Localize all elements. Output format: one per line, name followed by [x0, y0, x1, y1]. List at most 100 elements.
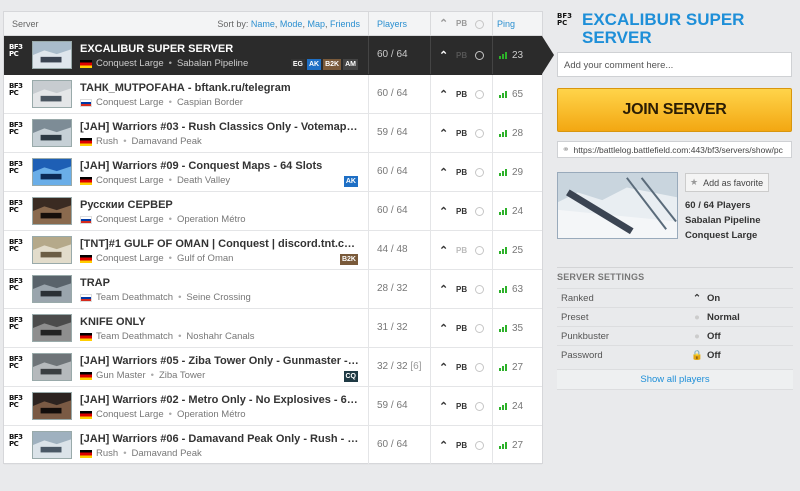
- server-row[interactable]: BF3 PC KNIFE ONLY Team Deathmatch • Nosha…: [4, 309, 542, 348]
- show-all-players-link[interactable]: Show all players: [557, 369, 793, 390]
- punkbuster-icon: PB: [456, 362, 468, 372]
- server-name[interactable]: [TNT]#1 GULF OF OMAN | Conquest | discor…: [80, 238, 360, 250]
- server-row[interactable]: BF3 PC [JAH] Warriors #02 - Metro Only - …: [4, 387, 542, 426]
- column-players[interactable]: Players: [368, 12, 430, 36]
- server-map: Damavand Peak: [131, 448, 202, 459]
- comment-input[interactable]: Add your comment here...: [557, 52, 792, 77]
- sort-name-link[interactable]: Name: [251, 19, 275, 29]
- server-row[interactable]: BF3 PC TRAP Team Deathmatch • Seine Cross…: [4, 270, 542, 309]
- server-map-thumbnail: [32, 236, 72, 264]
- ping-bars-icon: [499, 90, 507, 98]
- server-map-thumbnail: [32, 353, 72, 381]
- server-info: Conquest Large • Death Valley: [80, 175, 230, 186]
- server-name[interactable]: [JAH] Warriors #06 - Damavand Peak Only …: [80, 433, 360, 445]
- server-name[interactable]: [JAH] Warriors #02 - Metro Only - No Exp…: [80, 394, 360, 406]
- server-settings-icons: ⌃ PB: [430, 309, 492, 347]
- server-row[interactable]: BF3 PC ТАНК_МUТРОFАНА - bftank.ru/telegra…: [4, 75, 542, 114]
- server-name[interactable]: EXCALIBUR SUPER SERVER: [80, 43, 360, 55]
- server-row[interactable]: BF3 PC [JAH] Warriors #09 - Conquest Maps…: [4, 153, 542, 192]
- setting-value: Off: [707, 350, 721, 361]
- map-name: Sabalan Pipeline: [685, 215, 761, 226]
- ping-bars-icon: [499, 207, 507, 215]
- server-name[interactable]: ТАНК_МUТРОFАНА - bftank.ru/telegram: [80, 82, 360, 94]
- ranked-chevron-icon: ⌃: [438, 400, 449, 413]
- game-mode: Conquest Large: [685, 230, 758, 241]
- server-mode: Conquest Large: [96, 97, 164, 108]
- server-info: Conquest Large • Caspian Border: [80, 97, 243, 108]
- server-name[interactable]: [JAH] Warriors #03 - Rush Classics Only …: [80, 121, 360, 133]
- server-info: Conquest Large • Sabalan Pipeline: [80, 58, 248, 69]
- server-name[interactable]: Русскии СЕРВЕР: [80, 199, 360, 211]
- server-row[interactable]: BF3 PC [JAH] Warriors #05 - Ziba Tower On…: [4, 348, 542, 387]
- punkbuster-icon: PB: [456, 245, 468, 255]
- server-ping: 25: [492, 231, 544, 269]
- server-name[interactable]: TRAP: [80, 277, 360, 289]
- server-players: 60 / 64: [368, 153, 430, 191]
- server-ping: 23: [492, 36, 544, 74]
- server-name[interactable]: [JAH] Warriors #09 - Conquest Maps - 64 …: [80, 160, 360, 172]
- bf3-pc-logo: BF3 PC: [9, 277, 23, 292]
- server-info: Conquest Large • Gulf of Oman: [80, 253, 233, 264]
- bf3-pc-logo: BF3 PC: [9, 394, 23, 409]
- punkbuster-icon: PB: [456, 128, 468, 138]
- setting-ranked: Ranked ⌃ On: [557, 288, 793, 307]
- server-info: Team Deathmatch • Seine Crossing: [80, 292, 251, 303]
- country-flag-icon: [80, 176, 92, 185]
- server-row[interactable]: BF3 PC [JAH] Warriors #06 - Damavand Peak…: [4, 426, 542, 465]
- server-row[interactable]: BF3 PC Русскии СЕРВЕР Conquest Large • Op…: [4, 192, 542, 231]
- bf3-pc-logo: BF3 PC: [557, 12, 572, 27]
- column-server: Server: [12, 19, 39, 29]
- bf3-pc-logo: BF3 PC: [9, 160, 23, 175]
- server-map: Operation Métro: [176, 409, 246, 420]
- ranked-chevron-icon: ⌃: [438, 88, 449, 101]
- bf3-pc-logo: BF3 PC: [9, 316, 23, 331]
- server-settings-title: SERVER SETTINGS: [557, 272, 645, 282]
- server-row[interactable]: BF3 PC [TNT]#1 GULF OF OMAN | Conquest | …: [4, 231, 542, 270]
- server-tag: EG: [290, 59, 305, 70]
- server-mode: Team Deathmatch: [96, 331, 174, 342]
- server-ping: 24: [492, 192, 544, 230]
- punkbuster-icon: PB: [456, 206, 468, 216]
- column-ping[interactable]: Ping: [492, 12, 544, 36]
- preset-icon: [475, 401, 485, 411]
- server-map: Seine Crossing: [186, 292, 251, 303]
- lock-icon: 🔒: [691, 350, 703, 361]
- server-ping: 65: [492, 75, 544, 113]
- server-map: Death Valley: [176, 175, 231, 186]
- setting-preset: Preset ● Normal: [557, 307, 793, 326]
- country-flag-icon: [80, 215, 92, 224]
- server-ping: 28: [492, 114, 544, 152]
- server-settings-icons: ⌃ PB: [430, 36, 492, 74]
- punkbuster-icon: PB: [456, 284, 468, 294]
- preset-icon: [475, 89, 485, 99]
- server-mode: Conquest Large: [96, 175, 164, 186]
- sort-map-link[interactable]: Map: [307, 19, 325, 29]
- star-icon: ★: [690, 177, 699, 187]
- bf3-pc-logo: BF3 PC: [9, 433, 23, 448]
- country-flag-icon: [80, 371, 92, 380]
- server-settings-icons: ⌃ PB: [430, 114, 492, 152]
- server-map: Caspian Border: [176, 97, 243, 108]
- sort-mode-link[interactable]: Mode: [280, 19, 303, 29]
- punkbuster-icon: PB: [456, 440, 468, 450]
- server-players: 59 / 64: [368, 114, 430, 152]
- server-map: Operation Métro: [176, 214, 246, 225]
- bf3-pc-logo: BF3 PC: [9, 82, 23, 97]
- server-name[interactable]: [JAH] Warriors #05 - Ziba Tower Only - G…: [80, 355, 360, 367]
- ranked-chevron-icon: ⌃: [438, 127, 449, 140]
- server-info: Rush • Damavand Peak: [80, 136, 202, 147]
- sort-friends-link[interactable]: Friends: [330, 19, 360, 29]
- ranked-chevron-icon: ⌃: [438, 322, 449, 335]
- server-row[interactable]: BF3 PC EXCALIBUR SUPER SERVER Conquest La…: [4, 36, 554, 75]
- server-mode: Rush: [96, 136, 119, 147]
- server-tags: CQ: [343, 371, 358, 382]
- ranked-chevron-icon: ⌃: [438, 49, 449, 62]
- setting-password: Password 🔒 Off: [557, 345, 793, 364]
- server-row[interactable]: BF3 PC [JAH] Warriors #03 - Rush Classics…: [4, 114, 542, 153]
- join-server-button[interactable]: JOIN SERVER: [557, 88, 792, 132]
- server-map: Noshahr Canals: [186, 331, 255, 342]
- server-name[interactable]: KNIFE ONLY: [80, 316, 360, 328]
- divider: [557, 267, 793, 268]
- server-url-field[interactable]: ⚭ https://battlelog.battlefield.com:443/…: [557, 141, 792, 158]
- add-favorite-button[interactable]: ★ Add as favorite: [685, 173, 769, 192]
